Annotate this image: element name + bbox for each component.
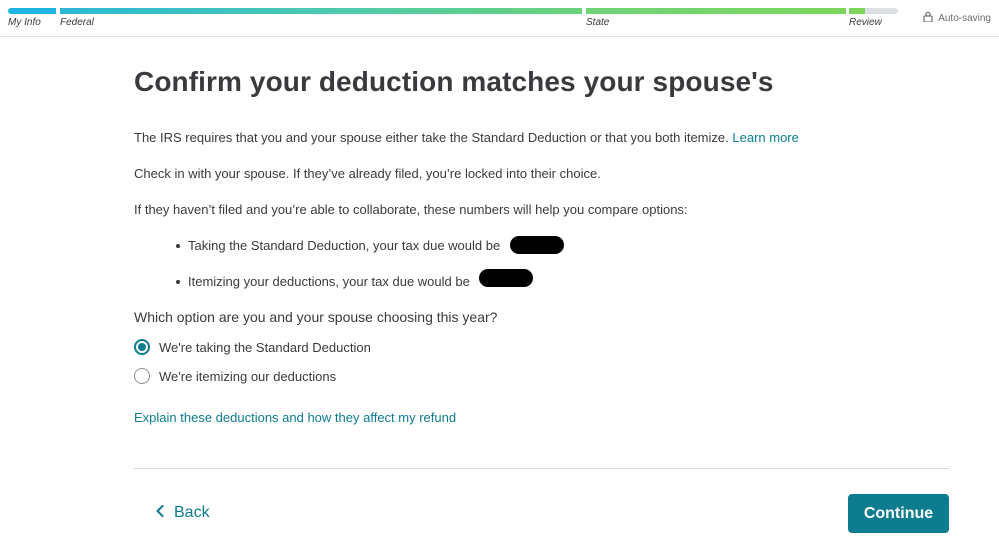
option-label[interactable]: We're taking the Standard Deduction [159, 340, 371, 355]
learn-more-link[interactable]: Learn more [732, 130, 798, 145]
step-label-federal[interactable]: Federal [60, 17, 94, 28]
option-label[interactable]: We're itemizing our deductions [159, 369, 336, 384]
redaction-mark [510, 236, 564, 254]
back-label[interactable]: Back [174, 504, 210, 522]
page-title: Confirm your deduction matches your spou… [134, 66, 774, 97]
progress-segment-state [586, 8, 846, 14]
check-paragraph: Check in with your spouse. If they’ve al… [134, 166, 601, 181]
progress-segment-my-info [8, 8, 56, 14]
radio-standard-deduction[interactable] [134, 339, 150, 355]
intro-paragraph: The IRS requires that you and your spous… [134, 130, 799, 145]
compare-paragraph: If they haven’t filed and you’re able to… [134, 202, 688, 217]
bullet-text: Taking the Standard Deduction, your tax … [188, 238, 501, 253]
option-itemize-deductions[interactable]: We're itemizing our deductions [134, 368, 336, 384]
progress-segment-federal [60, 8, 582, 14]
step-label-state[interactable]: State [586, 17, 609, 28]
bullet-itemized-deduction: Itemizing your deductions, your tax due … [176, 274, 470, 289]
autosave-text: Auto-saving [938, 12, 991, 24]
option-standard-deduction[interactable]: We're taking the Standard Deduction [134, 339, 371, 355]
explain-deductions-link[interactable]: Explain these deductions and how they af… [134, 410, 456, 425]
lock-icon [923, 11, 933, 25]
progress-segment-review-complete [849, 8, 865, 14]
step-label-my-info[interactable]: My Info [8, 17, 41, 28]
autosave-status: Auto-saving [923, 11, 991, 25]
progress-segment-review-remaining [865, 8, 898, 14]
deduction-question: Which option are you and your spouse cho… [134, 309, 498, 325]
bullet-dot [176, 279, 180, 284]
main-content: Confirm your deduction matches your spou… [134, 66, 949, 533]
back-button[interactable]: Back [156, 504, 210, 522]
progress-header: My Info Federal State Review Auto-saving [0, 0, 999, 37]
redaction-mark [479, 269, 533, 287]
radio-itemize-deductions[interactable] [134, 368, 150, 384]
step-label-review[interactable]: Review [849, 17, 882, 28]
divider [134, 468, 949, 469]
bullet-dot [176, 243, 180, 248]
chevron-left-icon [156, 504, 164, 522]
continue-button[interactable]: Continue [848, 494, 949, 533]
bullet-standard-deduction: Taking the Standard Deduction, your tax … [176, 238, 500, 253]
intro-text: The IRS requires that you and your spous… [134, 130, 729, 145]
bullet-text: Itemizing your deductions, your tax due … [188, 274, 470, 289]
